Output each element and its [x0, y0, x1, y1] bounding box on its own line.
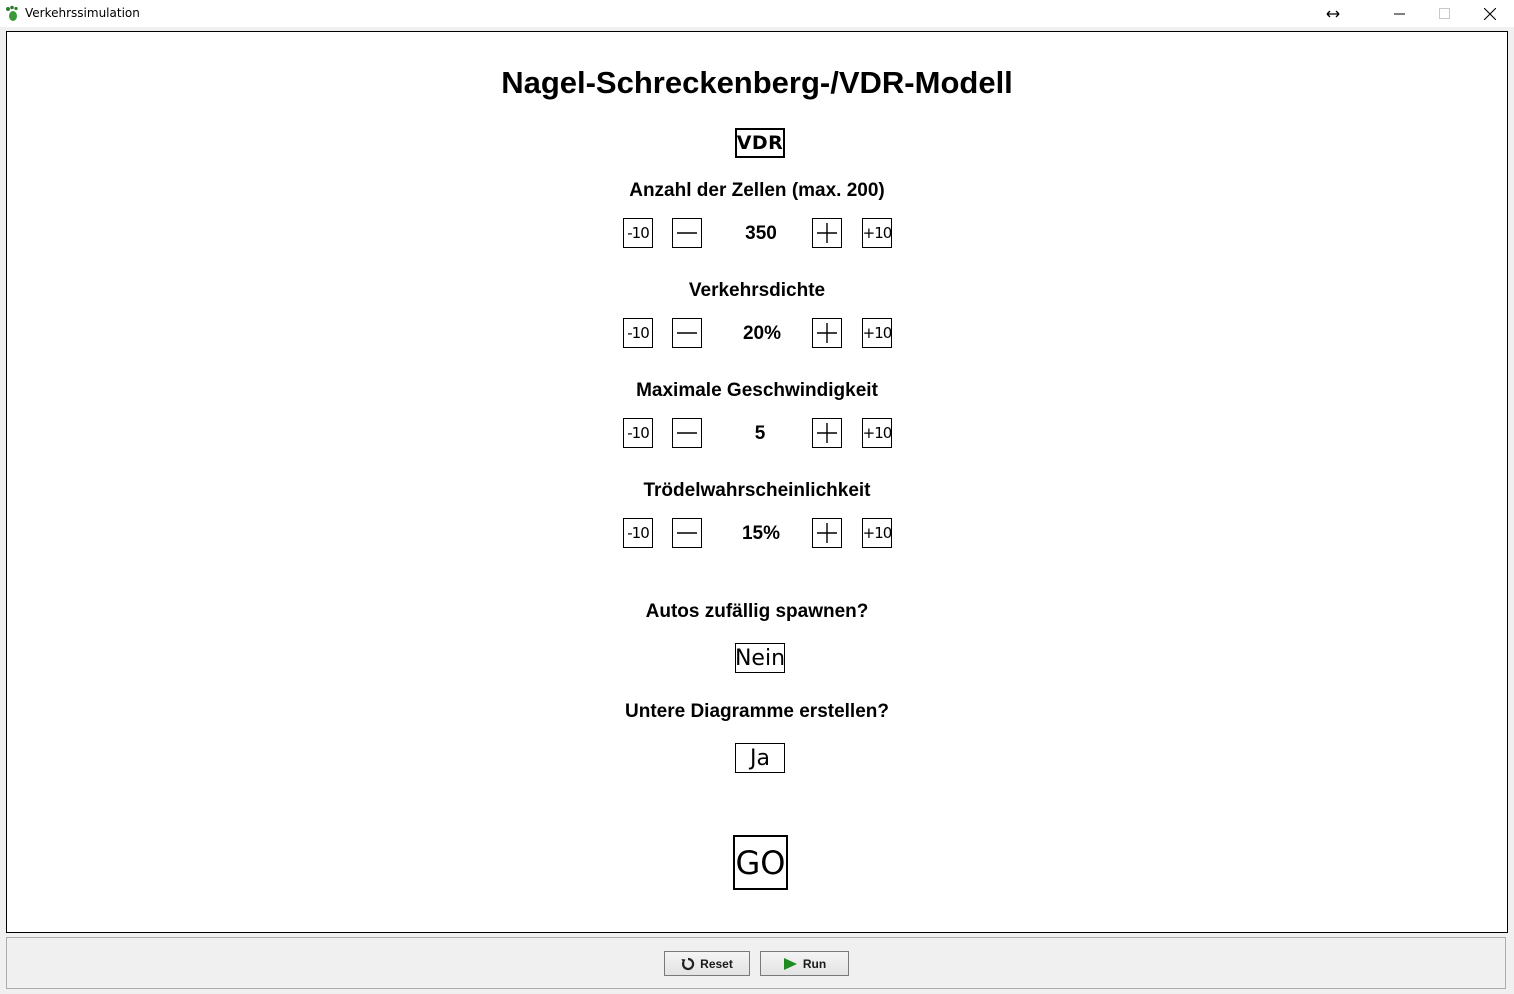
minus-icon	[677, 532, 697, 534]
page-title: Nagel-Schreckenberg-/VDR-Modell	[501, 65, 1013, 100]
minus-icon	[677, 232, 697, 234]
window-title: Verkehrssimulation	[25, 6, 140, 20]
density-label: Verkehrsdichte	[688, 280, 826, 301]
max-speed-minus10-button[interactable]: -10	[623, 418, 653, 448]
reset-icon	[681, 957, 695, 970]
max-speed-increment-button[interactable]	[812, 418, 842, 448]
cells-minus10-button[interactable]: -10	[623, 218, 653, 248]
close-button[interactable]	[1467, 0, 1513, 27]
diagrams-toggle-button[interactable]: Ja	[735, 743, 785, 773]
dawdle-minus10-button[interactable]: -10	[623, 518, 653, 548]
resize-arrows-icon	[1310, 0, 1356, 27]
dawdle-decrement-button[interactable]	[672, 518, 702, 548]
density-value: 20%	[742, 323, 782, 344]
model-toggle-button[interactable]: VDR	[735, 128, 785, 158]
cells-label: Anzahl der Zellen (max. 200)	[629, 180, 885, 201]
footprint-icon	[6, 5, 18, 21]
density-minus10-button[interactable]: -10	[623, 318, 653, 348]
minus-icon	[677, 332, 697, 334]
density-plus10-button[interactable]: +10	[862, 318, 892, 348]
reset-button[interactable]: Reset	[664, 951, 750, 976]
density-increment-button[interactable]	[812, 318, 842, 348]
dawdle-value: 15%	[741, 523, 781, 544]
minimize-button[interactable]	[1376, 0, 1422, 27]
go-button[interactable]: GO	[733, 835, 788, 890]
cells-plus10-button[interactable]: +10	[862, 218, 892, 248]
cells-decrement-button[interactable]	[672, 218, 702, 248]
minus-icon	[677, 432, 697, 434]
spawn-label: Autos zufällig spawnen?	[645, 601, 869, 622]
settings-canvas: Nagel-Schreckenberg-/VDR-Modell VDR Anza…	[6, 31, 1508, 933]
maximize-button[interactable]	[1421, 0, 1467, 27]
cells-increment-button[interactable]	[812, 218, 842, 248]
max-speed-label: Maximale Geschwindigkeit	[636, 380, 878, 401]
reset-label: Reset	[700, 956, 733, 971]
plus-icon	[817, 223, 837, 243]
plus-icon	[817, 523, 837, 543]
cells-value: 350	[745, 223, 777, 244]
diagrams-label: Untere Diagramme erstellen?	[625, 701, 889, 722]
dawdle-label: Trödelwahrscheinlichkeit	[643, 480, 871, 501]
max-speed-value: 5	[754, 423, 766, 444]
density-decrement-button[interactable]	[672, 318, 702, 348]
max-speed-plus10-button[interactable]: +10	[862, 418, 892, 448]
plus-icon	[817, 423, 837, 443]
dawdle-increment-button[interactable]	[812, 518, 842, 548]
play-icon	[783, 957, 797, 970]
spawn-toggle-button[interactable]: Nein	[735, 643, 785, 673]
run-label: Run	[802, 956, 827, 971]
control-bar: Reset Run	[6, 937, 1506, 989]
dawdle-plus10-button[interactable]: +10	[862, 518, 892, 548]
run-button[interactable]: Run	[760, 951, 849, 976]
max-speed-decrement-button[interactable]	[672, 418, 702, 448]
plus-icon	[817, 323, 837, 343]
window-titlebar: Verkehrssimulation	[0, 0, 1514, 27]
